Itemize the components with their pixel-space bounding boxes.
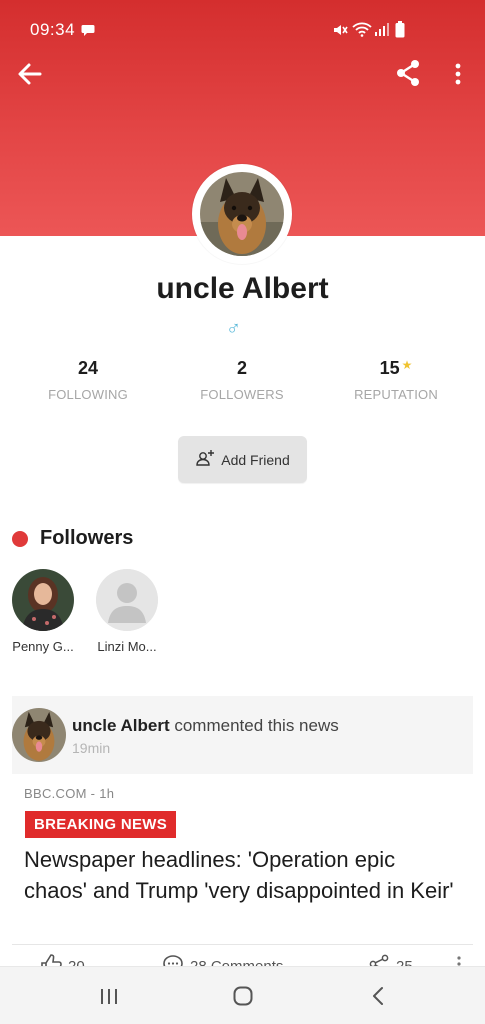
activity-user-avatar: [12, 708, 66, 762]
home-icon[interactable]: [232, 985, 254, 1012]
stat-followers[interactable]: 2 FOLLOWERS: [162, 358, 322, 402]
follower-item[interactable]: Linzi Mo...: [94, 569, 160, 654]
status-bar: 09:34: [0, 0, 485, 60]
add-friend-button[interactable]: Add Friend: [178, 436, 307, 483]
activity-text: uncle Albert commented this news: [72, 716, 339, 736]
activity-header[interactable]: uncle Albert commented this news 19min: [12, 696, 473, 774]
stat-reputation[interactable]: 15 ★ REPUTATION: [316, 358, 476, 402]
dog-avatar-image: [200, 172, 284, 256]
stat-following[interactable]: 24 FOLLOWING: [8, 358, 168, 402]
system-navigation-bar: [0, 966, 485, 1024]
section-dot-icon: [12, 530, 28, 547]
followers-section-header: Followers: [12, 527, 133, 550]
breaking-news-badge: BREAKING NEWS: [25, 811, 177, 838]
stat-label: FOLLOWERS: [200, 387, 284, 402]
more-vert-icon[interactable]: [448, 60, 468, 88]
news-divider: [12, 944, 473, 945]
back-icon[interactable]: [368, 985, 390, 1012]
recents-icon[interactable]: [98, 985, 120, 1012]
status-time: 09:34: [30, 20, 76, 39]
male-gender-icon: ♂: [226, 318, 241, 340]
default-avatar-icon: [96, 569, 158, 631]
follower-avatar: [12, 569, 74, 631]
stat-value: 24: [77, 358, 99, 378]
activity-user-name[interactable]: uncle Albert: [72, 716, 170, 735]
stat-label: FOLLOWING: [48, 387, 128, 402]
news-headline[interactable]: Newspaper headlines: 'Operation epic cha…: [24, 844, 464, 906]
battery-icon: [395, 21, 405, 43]
back-arrow-icon[interactable]: [14, 58, 46, 90]
stat-value: 15: [379, 358, 400, 378]
share-icon[interactable]: [394, 58, 422, 88]
signal-icon: [374, 22, 390, 42]
add-friend-icon: [195, 449, 215, 470]
news-source: BBC.COM - 1h: [24, 786, 115, 801]
mute-icon: [332, 22, 348, 43]
activity-action: commented this news: [169, 716, 339, 735]
wifi-icon: [352, 21, 372, 42]
activity-time: 19min: [72, 740, 111, 756]
chat-bubble-icon: [81, 24, 95, 42]
follower-item[interactable]: Penny G...: [10, 569, 76, 654]
profile-name: uncle Albert: [156, 272, 329, 305]
stat-label: REPUTATION: [354, 387, 438, 402]
followers-section-title: Followers: [40, 527, 134, 549]
news-card[interactable]: BBC.COM - 1h BREAKING NEWS Newspaper hea…: [12, 778, 473, 975]
stat-value-row: 15 ★: [316, 358, 476, 379]
add-friend-label: Add Friend: [221, 451, 290, 468]
follower-name: Linzi Mo...: [97, 639, 157, 654]
follower-name: Penny G...: [12, 639, 74, 654]
star-icon: ★: [401, 358, 413, 372]
stat-value: 2: [236, 358, 247, 378]
profile-avatar[interactable]: [192, 164, 292, 264]
